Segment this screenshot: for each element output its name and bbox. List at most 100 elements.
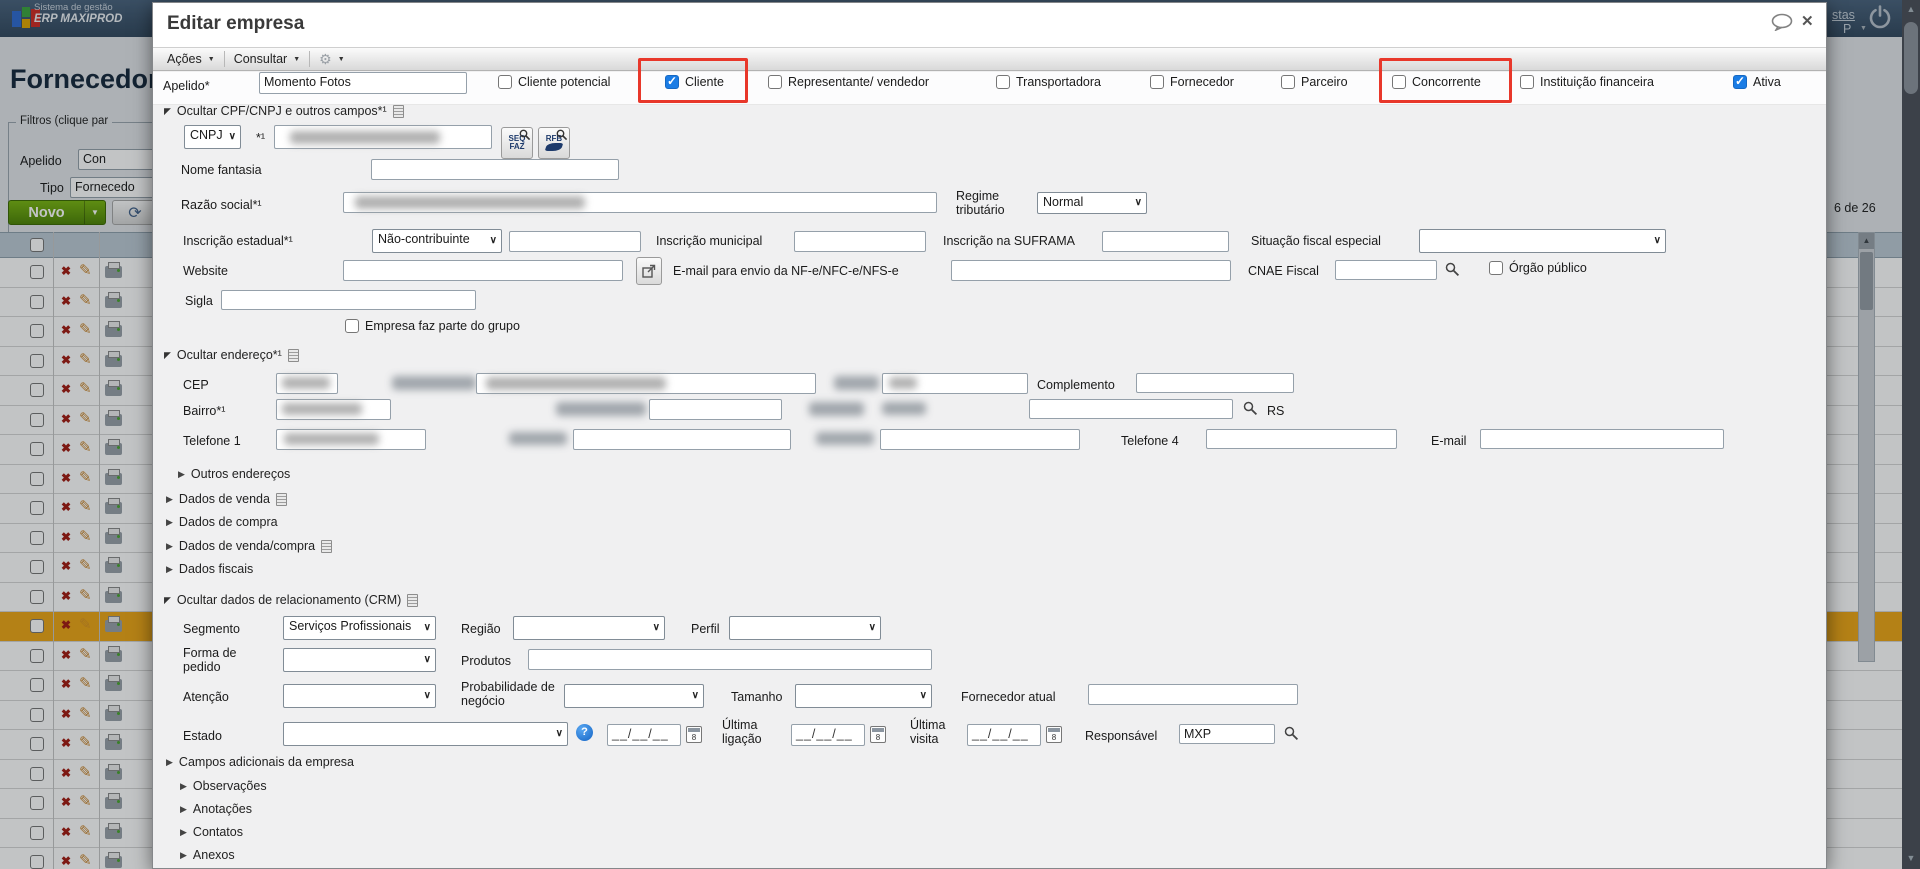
section-observacoes[interactable]: ▶ Observações xyxy=(180,779,267,793)
acoes-menu-button[interactable]: Ações ▼ xyxy=(158,50,224,68)
section-dados-venda[interactable]: ▶ Dados de venda xyxy=(166,492,287,506)
section-outros-enderecos[interactable]: ▶ Outros endereços xyxy=(178,467,290,481)
responsavel-label: Responsável xyxy=(1085,729,1158,743)
settings-menu-button[interactable]: ⚙ ▼ xyxy=(310,49,354,70)
feedback-bubble-icon[interactable] xyxy=(1771,13,1795,34)
copy-grid-icon[interactable] xyxy=(287,348,299,362)
copy-grid-icon[interactable] xyxy=(275,492,287,506)
situacao-fiscal-select[interactable] xyxy=(1419,229,1666,253)
inscricao-estadual-input[interactable] xyxy=(509,231,641,252)
calendar-icon[interactable] xyxy=(870,726,886,743)
search-icon[interactable] xyxy=(1284,726,1299,741)
ultima-visita-input[interactable]: __/__/__ xyxy=(967,724,1041,746)
collapse-icon: ◤ xyxy=(164,105,171,116)
regime-tributario-select[interactable]: Normal xyxy=(1037,192,1147,214)
calendar-icon[interactable] xyxy=(1046,726,1062,743)
probabilidade-select[interactable] xyxy=(564,684,704,708)
telefone4-input[interactable] xyxy=(1206,429,1397,449)
redacted-label xyxy=(509,432,567,445)
checkbox-unchecked[interactable] xyxy=(1489,261,1503,275)
municipio-input[interactable] xyxy=(1029,399,1233,419)
copy-grid-icon[interactable] xyxy=(321,539,333,553)
collapse-icon: ◤ xyxy=(164,594,171,605)
suframa-input[interactable] xyxy=(1102,231,1229,252)
orgao-publico-checkbox[interactable]: Órgão público xyxy=(1489,261,1587,275)
section-anexos[interactable]: ▶ Anexos xyxy=(180,848,235,862)
estado-select[interactable] xyxy=(283,722,568,746)
section-dados-compra[interactable]: ▶ Dados de compra xyxy=(166,515,278,529)
search-icon[interactable] xyxy=(1243,401,1258,416)
redacted-value xyxy=(889,377,917,389)
search-icon[interactable] xyxy=(1445,262,1460,277)
doc-type-select[interactable]: CNPJ xyxy=(184,125,241,149)
inscricao-estadual-select[interactable]: Não-contribuinte xyxy=(372,229,502,253)
website-input[interactable] xyxy=(343,260,623,281)
caixa-postal-input[interactable] xyxy=(649,399,782,420)
forma-pedido-select[interactable] xyxy=(283,648,436,672)
checkbox-label: Cliente potencial xyxy=(518,75,611,89)
expand-icon: ▶ xyxy=(166,493,173,504)
redacted-label xyxy=(809,402,864,416)
checkbox-unchecked[interactable] xyxy=(1281,75,1295,89)
section-endereco[interactable]: ◤ Ocultar endereço*¹ xyxy=(164,348,299,362)
checkbox-checked[interactable] xyxy=(1733,74,1747,89)
atencao-select[interactable] xyxy=(283,684,436,708)
produtos-input[interactable] xyxy=(528,649,932,670)
inscricao-municipal-input[interactable] xyxy=(794,231,926,252)
open-website-button[interactable] xyxy=(636,257,662,285)
consultar-menu-button[interactable]: Consultar ▼ xyxy=(225,50,309,68)
perfil-select[interactable] xyxy=(729,616,881,640)
company-type-cliente-potencial: Cliente potencial xyxy=(498,75,610,89)
email-label: E-mail xyxy=(1431,434,1467,448)
checkbox-unchecked[interactable] xyxy=(498,75,512,89)
checkbox-unchecked[interactable] xyxy=(768,75,782,89)
section-contatos[interactable]: ▶ Contatos xyxy=(180,825,243,839)
cep-label: CEP xyxy=(183,378,209,392)
perfil-label: Perfil xyxy=(691,622,720,636)
section-campos-adicionais[interactable]: ▶ Campos adicionais da empresa xyxy=(166,755,354,769)
segmento-select[interactable]: Serviços Profissionais xyxy=(283,616,436,640)
rfb-lookup-button[interactable]: RFB xyxy=(538,127,570,159)
responsavel-input[interactable]: MXP xyxy=(1179,724,1275,744)
checkbox-unchecked[interactable] xyxy=(1520,75,1534,89)
sigla-input[interactable] xyxy=(221,290,476,310)
section-crm[interactable]: ◤ Ocultar dados de relacionamento (CRM) xyxy=(164,593,419,607)
copy-grid-icon[interactable] xyxy=(407,593,419,607)
telefone2-input[interactable] xyxy=(573,429,791,450)
section-cpf-cnpj[interactable]: ◤ Ocultar CPF/CNPJ e outros campos*¹ xyxy=(164,104,404,118)
regiao-select[interactable] xyxy=(513,616,665,640)
close-icon[interactable]: ✕ xyxy=(1801,12,1814,30)
fornecedor-atual-input[interactable] xyxy=(1088,684,1298,705)
email-nfe-input[interactable] xyxy=(951,260,1231,281)
nome-fantasia-input[interactable] xyxy=(371,159,619,180)
tamanho-select[interactable] xyxy=(795,684,932,708)
atencao-label: Atenção xyxy=(183,690,229,704)
copy-grid-icon[interactable] xyxy=(392,104,404,118)
section-anotacoes[interactable]: ▶ Anotações xyxy=(180,802,252,816)
estado-date-input[interactable]: __/__/__ xyxy=(607,724,681,746)
sefaz-lookup-button[interactable]: SEQ FAZ xyxy=(501,127,533,159)
redacted-label xyxy=(392,376,476,390)
section-dados-venda-compra[interactable]: ▶ Dados de venda/compra xyxy=(166,539,333,553)
checkbox-unchecked[interactable] xyxy=(996,75,1010,89)
company-type-ativa: Ativa xyxy=(1733,74,1781,89)
company-type-transportadora: Transportadora xyxy=(996,75,1101,89)
apelido-input[interactable]: Momento Fotos xyxy=(259,72,467,94)
sigla-label: Sigla xyxy=(185,294,213,308)
redacted-label xyxy=(556,402,646,416)
produtos-label: Produtos xyxy=(461,654,512,668)
website-label: Website xyxy=(183,264,228,278)
expand-icon: ▶ xyxy=(180,803,187,814)
telefone3-input[interactable] xyxy=(880,429,1080,450)
calendar-icon[interactable] xyxy=(686,726,702,743)
help-icon[interactable]: ? xyxy=(576,724,593,741)
ultima-ligacao-input[interactable]: __/__/__ xyxy=(791,724,865,746)
complemento-input[interactable] xyxy=(1136,373,1294,393)
section-dados-fiscais[interactable]: ▶ Dados fiscais xyxy=(166,562,253,576)
checkbox-unchecked[interactable] xyxy=(1150,75,1164,89)
checkbox-unchecked[interactable] xyxy=(345,319,359,333)
expand-icon: ▶ xyxy=(180,826,187,837)
grupo-checkbox[interactable]: Empresa faz parte do grupo xyxy=(345,319,520,333)
cnae-input[interactable] xyxy=(1335,260,1437,280)
email-input[interactable] xyxy=(1480,429,1724,449)
